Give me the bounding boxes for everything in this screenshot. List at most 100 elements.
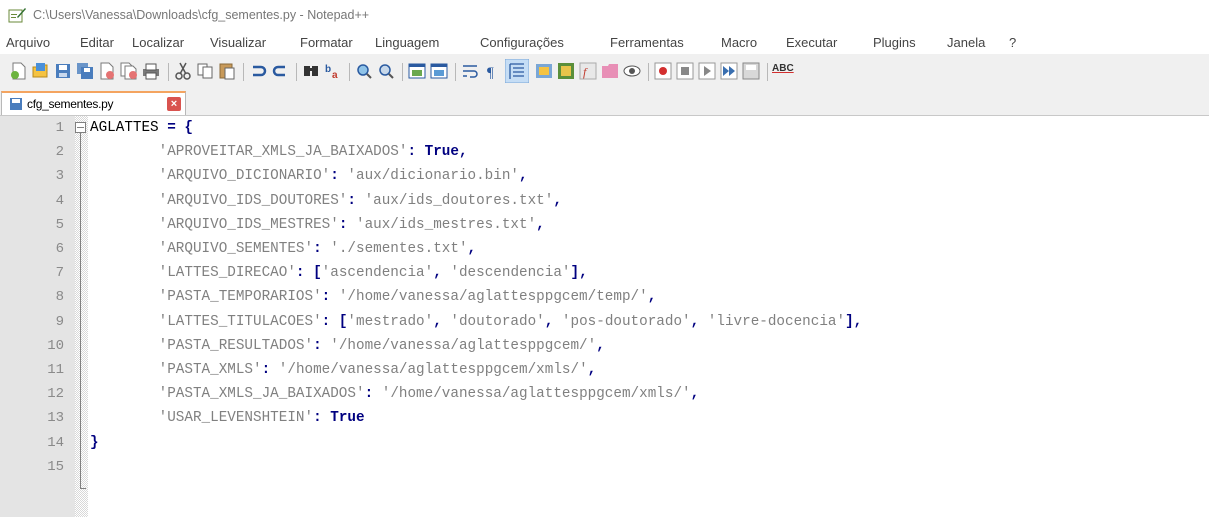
menu-linguagem[interactable]: Linguagem [375, 35, 439, 50]
code-token: : [407, 144, 425, 161]
copy-icon[interactable] [196, 62, 214, 80]
menu-localizar[interactable]: Localizar [132, 35, 184, 50]
code-line: 'ARQUIVO_SEMENTES': './sementes.txt', [90, 241, 476, 257]
menu-visualizar[interactable]: Visualizar [210, 35, 266, 50]
tab-cfg-sementes[interactable]: cfg_sementes.py × [1, 91, 186, 115]
save-all-icon[interactable] [76, 62, 94, 80]
replace-icon[interactable]: ba [324, 62, 342, 80]
code-token: , [433, 265, 451, 282]
menu-configuracoes[interactable]: Configurações [480, 35, 564, 50]
code-line: 'LATTES_TITULACOES': ['mestrado', 'douto… [90, 313, 863, 330]
code-token: 'pos-doutorado' [561, 313, 691, 330]
code-token: 'USAR_LEVENSHTEIN' [158, 410, 314, 427]
code-token: 'PASTA_XMLS' [158, 362, 262, 378]
indent-guide-icon[interactable] [505, 59, 529, 83]
menu-formatar[interactable]: Formatar [300, 35, 353, 50]
stop-record-icon[interactable] [676, 62, 694, 80]
code-token: True [330, 410, 365, 427]
line-number: 9 [55, 313, 64, 330]
code-line: 'ARQUIVO_IDS_MESTRES': 'aux/ids_mestres.… [90, 217, 545, 233]
code-token: 'PASTA_TEMPORARIOS' [158, 289, 322, 306]
new-file-icon[interactable] [10, 62, 28, 80]
close-all-icon[interactable] [120, 62, 138, 80]
print-icon[interactable] [142, 62, 160, 80]
line-number: 15 [47, 458, 64, 475]
sync-vertical-icon[interactable] [408, 62, 426, 80]
zoom-in-icon[interactable] [355, 62, 373, 80]
folder-workspace-icon[interactable] [601, 62, 619, 80]
line-number: 8 [55, 289, 64, 306]
save-macro-icon[interactable] [742, 62, 760, 80]
tab-bar: cfg_sementes.py × [0, 88, 1209, 115]
show-all-chars-icon[interactable]: ¶ [483, 62, 501, 80]
svg-text:a: a [332, 70, 338, 80]
code-token: 'ARQUIVO_IDS_MESTRES' [158, 216, 339, 233]
menu-macro[interactable]: Macro [721, 35, 757, 50]
code-token: : [ [295, 265, 322, 282]
run-macro-multiple-icon[interactable] [720, 62, 738, 80]
cut-icon[interactable] [174, 62, 192, 80]
function-list-icon[interactable]: f [579, 62, 597, 80]
code-token: '/home/vanessa/aglattesppgcem/xmls/' [278, 362, 588, 378]
monitoring-icon[interactable] [623, 62, 641, 80]
close-icon[interactable] [98, 62, 116, 80]
record-macro-icon[interactable] [654, 62, 672, 80]
line-number: 5 [55, 216, 64, 233]
menu-ferramentas[interactable]: Ferramentas [610, 35, 684, 50]
paste-icon[interactable] [218, 62, 236, 80]
code-line: 'PASTA_TEMPORARIOS': '/home/vanessa/agla… [90, 289, 657, 306]
undo-icon[interactable] [249, 62, 267, 80]
save-icon[interactable] [54, 62, 72, 80]
code-token: = { [167, 120, 193, 136]
menu-help[interactable]: ? [1009, 35, 1016, 50]
menu-executar[interactable]: Executar [786, 35, 837, 50]
code-line: 'LATTES_DIRECAO': ['ascendencia', 'desce… [90, 265, 588, 281]
menu-editar[interactable]: Editar [80, 35, 114, 50]
fold-margin[interactable] [75, 116, 88, 517]
sync-horizontal-icon[interactable] [430, 62, 448, 80]
toolbar-separator [648, 63, 649, 81]
document-map-icon[interactable] [557, 62, 575, 80]
line-number: 13 [47, 410, 64, 427]
toolbar-separator [349, 63, 350, 81]
zoom-out-icon[interactable] [377, 62, 395, 80]
find-icon[interactable] [302, 62, 320, 80]
code-token: } [90, 434, 99, 451]
code-token: , [467, 241, 477, 257]
code-token: 'ARQUIVO_IDS_DOUTORES' [158, 192, 348, 209]
menu-bar: Arquivo Editar Localizar Visualizar Form… [0, 30, 1209, 54]
code-token: 'aux/ids_mestres.txt' [355, 216, 537, 233]
code-line: AGLATTES = { [90, 120, 193, 136]
code-line: 'ARQUIVO_DICIONARIO': 'aux/dicionario.bi… [90, 168, 528, 184]
code-token: '/home/vanessa/aglattesppgcem/temp/' [338, 289, 648, 306]
code-token: : [313, 241, 331, 257]
fold-end-marker [80, 488, 86, 489]
code-line: 'ARQUIVO_IDS_DOUTORES': 'aux/ids_doutore… [90, 193, 562, 209]
spell-check-icon[interactable]: ABC [772, 62, 794, 80]
menu-janela[interactable]: Janela [947, 35, 985, 50]
code-token: , [458, 144, 468, 161]
code-line: } [90, 435, 99, 451]
menu-arquivo[interactable]: Arquivo [6, 35, 50, 50]
code-token: : [ [321, 313, 348, 330]
word-wrap-icon[interactable] [461, 62, 479, 80]
editor-area[interactable]: 1 AGLATTES = {2 'APROVEITAR_XMLS_JA_BAIXA… [0, 115, 1209, 517]
play-macro-icon[interactable] [698, 62, 716, 80]
open-file-icon[interactable] [32, 62, 50, 80]
user-language-icon[interactable] [535, 62, 553, 80]
redo-icon[interactable] [271, 62, 289, 80]
saved-file-icon [10, 98, 22, 110]
code-token: : [330, 168, 348, 185]
menu-plugins[interactable]: Plugins [873, 35, 916, 50]
code-token: , [690, 313, 708, 330]
line-number: 4 [55, 192, 64, 209]
tab-close-icon[interactable]: × [167, 97, 181, 111]
svg-text:¶: ¶ [487, 65, 494, 80]
